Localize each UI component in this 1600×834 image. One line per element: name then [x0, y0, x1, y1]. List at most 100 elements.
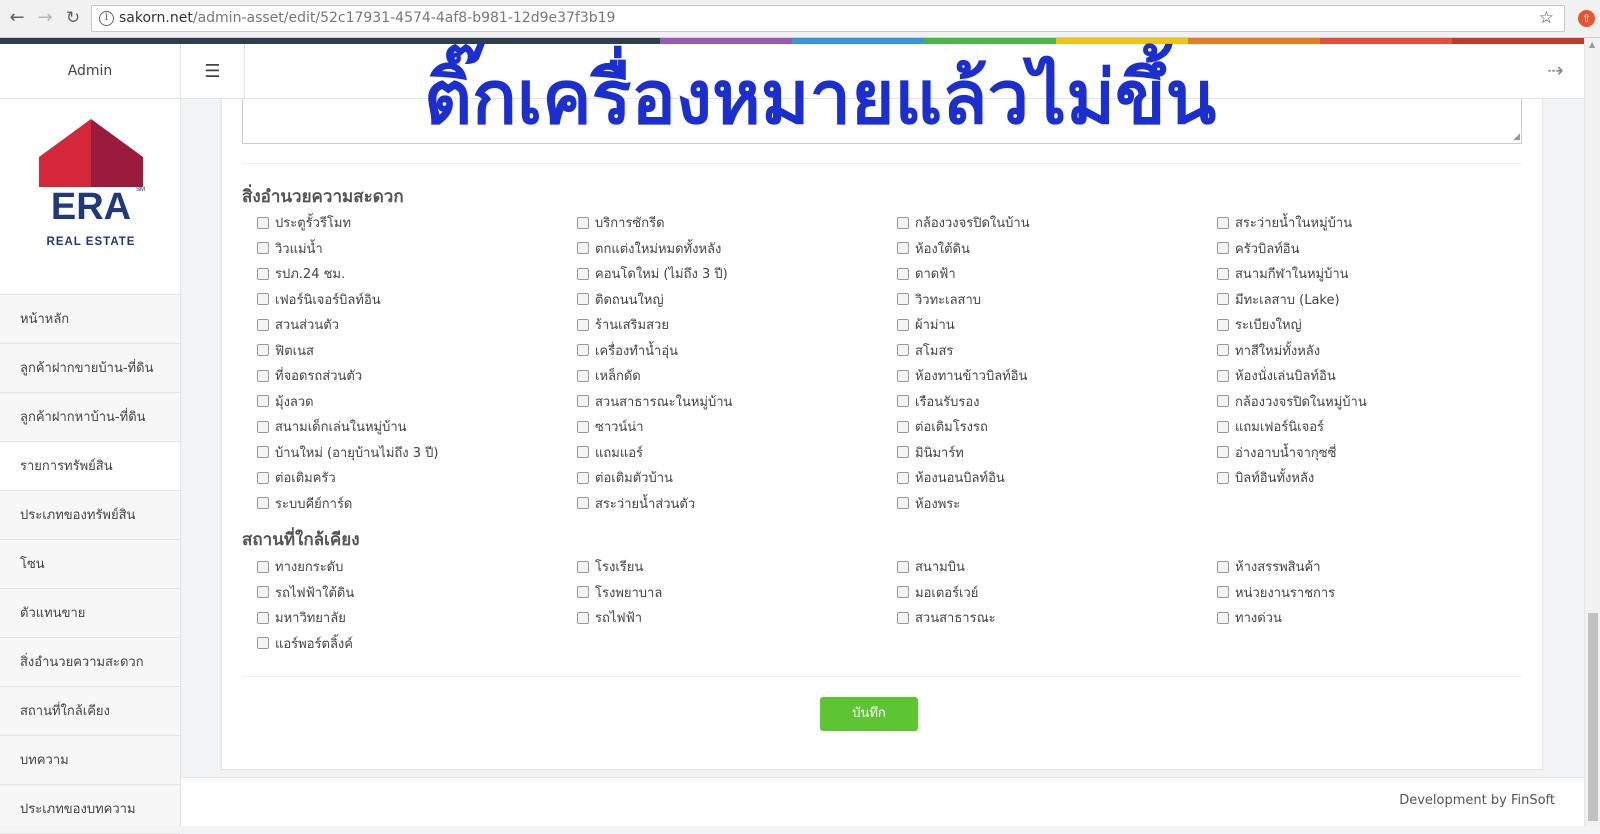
facilities-option[interactable]: กล้องวงจรปิดในบ้าน [897, 210, 1217, 236]
checkbox[interactable] [577, 293, 589, 306]
facilities-option[interactable]: วิวทะเลสาบ [897, 287, 1217, 313]
facilities-option[interactable]: ระเบียงใหญ่ [1217, 312, 1517, 338]
checkbox[interactable] [257, 369, 269, 382]
checkbox[interactable] [1217, 369, 1229, 382]
facilities-option[interactable]: เครื่องทำน้ำอุ่น [577, 338, 897, 364]
checkbox[interactable] [897, 471, 909, 484]
facilities-option[interactable]: ดาดฟ้า [897, 261, 1217, 287]
checkbox[interactable] [257, 318, 269, 331]
checkbox[interactable] [257, 611, 269, 624]
facilities-option[interactable]: ห้องทานข้าวบิลท์อิน [897, 363, 1217, 389]
checkbox[interactable] [897, 446, 909, 459]
facilities-option[interactable]: ที่จอดรถส่วนตัว [257, 363, 577, 389]
checkbox[interactable] [1217, 471, 1229, 484]
checkbox[interactable] [577, 318, 589, 331]
facilities-option[interactable]: ห้องนอนบิลท์อิน [897, 465, 1217, 491]
nearby-option[interactable]: โรงเรียน [577, 554, 897, 580]
era-logo[interactable]: ERA SM REAL ESTATE [36, 117, 146, 257]
facilities-option[interactable]: ครัวบิลท์อิน [1217, 236, 1517, 262]
nearby-option[interactable]: โรงพยาบาล [577, 580, 897, 606]
checkbox[interactable] [1217, 318, 1229, 331]
checkbox[interactable] [1217, 420, 1229, 433]
reload-icon[interactable]: ↻ [62, 7, 84, 29]
facilities-option[interactable]: ต่อเติมโรงรถ [897, 414, 1217, 440]
facilities-option[interactable]: เฟอร์นิเจอร์บิลท์อิน [257, 287, 577, 313]
menu-toggle-icon[interactable]: ☰ [181, 44, 245, 99]
nearby-option[interactable]: สวนสาธารณะ [897, 605, 1217, 631]
facilities-option[interactable]: สระว่ายน้ำส่วนตัว [577, 491, 897, 517]
checkbox[interactable] [577, 267, 589, 280]
checkbox[interactable] [577, 497, 589, 510]
checkbox[interactable] [897, 586, 909, 599]
facilities-option[interactable]: ต่อเติมตัวบ้าน [577, 465, 897, 491]
checkbox[interactable] [577, 344, 589, 357]
facilities-option[interactable]: แถมเฟอร์นิเจอร์ [1217, 414, 1517, 440]
nearby-option[interactable]: มอเตอร์เวย์ [897, 580, 1217, 606]
facilities-option[interactable]: ห้องพระ [897, 491, 1217, 517]
checkbox[interactable] [897, 395, 909, 408]
nearby-option[interactable]: ทางด่วน [1217, 605, 1517, 631]
checkbox[interactable] [577, 560, 589, 573]
facilities-option[interactable]: วิวแม่น้ำ [257, 236, 577, 262]
address-bar[interactable]: i sakorn.net/admin-asset/edit/52c17931-4… [91, 5, 1565, 32]
checkbox[interactable] [257, 560, 269, 573]
sidebar-item[interactable]: รายการทรัพย์สิน [0, 442, 180, 491]
facilities-option[interactable]: สโมสร [897, 338, 1217, 364]
checkbox[interactable] [1217, 293, 1229, 306]
facilities-option[interactable]: สระว่ายน้ำในหมู่บ้าน [1217, 210, 1517, 236]
forward-arrow-icon[interactable]: → [34, 7, 56, 29]
facilities-option[interactable]: ห้องใต้ดิน [897, 236, 1217, 262]
facilities-option[interactable]: รปภ.24 ชม. [257, 261, 577, 287]
resize-grip-icon[interactable]: ◢ [1513, 132, 1520, 142]
checkbox[interactable] [897, 293, 909, 306]
info-icon[interactable]: i [99, 11, 114, 26]
facilities-option[interactable]: สวนสาธารณะในหมู่บ้าน [577, 389, 897, 415]
facilities-option[interactable]: บริการซักรีด [577, 210, 897, 236]
facilities-option[interactable]: ผ้าม่าน [897, 312, 1217, 338]
facilities-option[interactable]: มีทะเลสาบ (Lake) [1217, 287, 1517, 313]
facilities-option[interactable]: บิลท์อินทั้งหลัง [1217, 465, 1517, 491]
checkbox[interactable] [1217, 395, 1229, 408]
checkbox[interactable] [257, 446, 269, 459]
facilities-option[interactable]: มินิมาร์ท [897, 440, 1217, 466]
facilities-option[interactable]: ทาสีใหม่ทั้งหลัง [1217, 338, 1517, 364]
sidebar-item[interactable]: ประเภทของทรัพย์สิน [0, 491, 180, 540]
checkbox[interactable] [897, 611, 909, 624]
facilities-option[interactable]: กล้องวงจรปิดในหมู่บ้าน [1217, 389, 1517, 415]
checkbox[interactable] [897, 369, 909, 382]
facilities-option[interactable]: เหล็กดัด [577, 363, 897, 389]
checkbox[interactable] [577, 395, 589, 408]
checkbox[interactable] [257, 471, 269, 484]
checkbox[interactable] [1217, 560, 1229, 573]
logout-icon[interactable]: ⇢ [1547, 58, 1564, 82]
facilities-option[interactable]: สวนส่วนตัว [257, 312, 577, 338]
checkbox[interactable] [577, 471, 589, 484]
facilities-option[interactable]: สนามกีฬาในหมู่บ้าน [1217, 261, 1517, 287]
sidebar-item[interactable]: สิ่งอำนวยความสะดวก [0, 638, 180, 687]
facilities-option[interactable]: มุ้งลวด [257, 389, 577, 415]
facilities-option[interactable]: แถมแอร์ [577, 440, 897, 466]
checkbox[interactable] [1217, 586, 1229, 599]
scroll-thumb[interactable] [1588, 613, 1598, 821]
facilities-option[interactable]: เรือนรับรอง [897, 389, 1217, 415]
nearby-option[interactable]: รถไฟฟ้า [577, 605, 897, 631]
facilities-option[interactable]: ซาวน์น่า [577, 414, 897, 440]
checkbox[interactable] [257, 637, 269, 650]
url-text[interactable]: sakorn.net/admin-asset/edit/52c17931-457… [119, 10, 615, 26]
facilities-option[interactable]: บ้านใหม่ (อายุบ้านไม่ถึง 3 ปี) [257, 440, 577, 466]
checkbox[interactable] [577, 446, 589, 459]
checkbox[interactable] [897, 242, 909, 255]
checkbox[interactable] [257, 586, 269, 599]
sidebar-item[interactable]: ตัวแทนขาย [0, 589, 180, 638]
checkbox[interactable] [1217, 216, 1229, 229]
nearby-option[interactable]: หน่วยงานราชการ [1217, 580, 1517, 606]
checkbox[interactable] [257, 344, 269, 357]
facilities-option[interactable]: ระบบคีย์การ์ด [257, 491, 577, 517]
checkbox[interactable] [897, 267, 909, 280]
checkbox[interactable] [897, 318, 909, 331]
facilities-option[interactable]: ประตูรั้วรีโมท [257, 210, 577, 236]
facilities-option[interactable]: สนามเด็กเล่นในหมู่บ้าน [257, 414, 577, 440]
checkbox[interactable] [257, 420, 269, 433]
checkbox[interactable] [1217, 611, 1229, 624]
nearby-option[interactable]: มหาวิทยาลัย [257, 605, 577, 631]
